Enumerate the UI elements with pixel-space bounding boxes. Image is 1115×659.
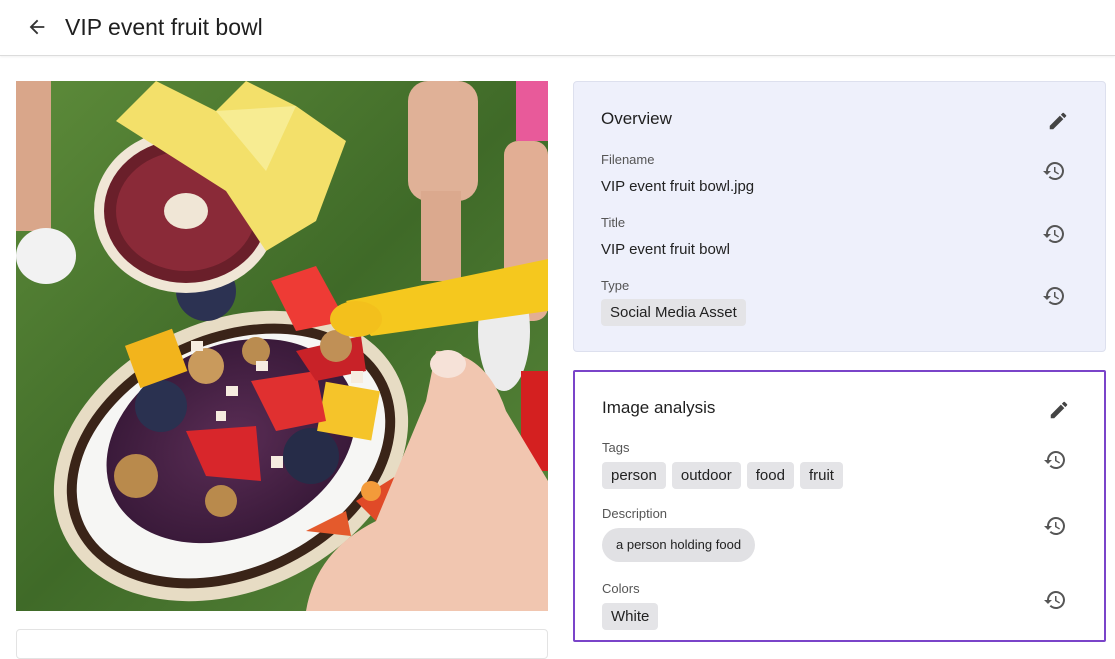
colors-history-button[interactable] [1041,586,1069,614]
color-chip: White [602,603,659,630]
pencil-icon [1049,112,1067,130]
colors-label: Colors [602,581,640,596]
type-label: Type [601,278,630,293]
description-label: Description [602,506,668,521]
type-chip: Social Media Asset [601,299,746,326]
title-history-button[interactable] [1040,220,1068,248]
back-button[interactable] [22,12,52,42]
type-history-button[interactable] [1040,282,1068,310]
edit-overview-button[interactable] [1044,107,1072,135]
image-analysis-title: Image analysis [602,398,716,417]
arrow-left-icon [29,19,45,35]
title-label: Title [601,215,626,230]
pencil-icon [1050,401,1068,419]
tag-chip: fruit [799,462,843,489]
description-pill: a person holding food [602,528,756,562]
description-history-button[interactable] [1041,512,1069,540]
colors-chip-row: White [602,603,664,630]
tags-history-button[interactable] [1041,446,1069,474]
image-analysis-card: Image analysis Tags person outdoor food fru… [573,370,1106,642]
tag-chip: outdoor [671,462,741,489]
history-icon [1043,225,1064,243]
title-value: VIP event fruit bowl [601,241,730,258]
type-chip-row: Social Media Asset [601,299,752,326]
edit-image-analysis-button[interactable] [1045,396,1073,424]
tag-chip: food [746,462,794,489]
tags-chip-row: person outdoor food fruit [602,462,849,489]
page-header: VIP event fruit bowl [0,0,1115,56]
filename-label: Filename [601,152,655,167]
page-title: VIP event fruit bowl [65,14,263,40]
filename-value: VIP event fruit bowl.jpg [601,178,755,195]
history-icon [1044,451,1065,469]
history-icon [1043,287,1064,305]
image-details-card [16,629,548,659]
history-icon [1044,591,1065,609]
fruit-bowl-photo [16,81,548,611]
tag-chip: person [602,462,666,489]
filename-history-button[interactable] [1040,157,1068,185]
history-icon [1043,162,1064,180]
asset-image [16,81,548,611]
overview-title: Overview [601,109,672,128]
history-icon [1044,517,1065,535]
tags-label: Tags [602,440,630,455]
overview-card: Overview Filename VIP event fruit bowl.j… [573,81,1106,352]
